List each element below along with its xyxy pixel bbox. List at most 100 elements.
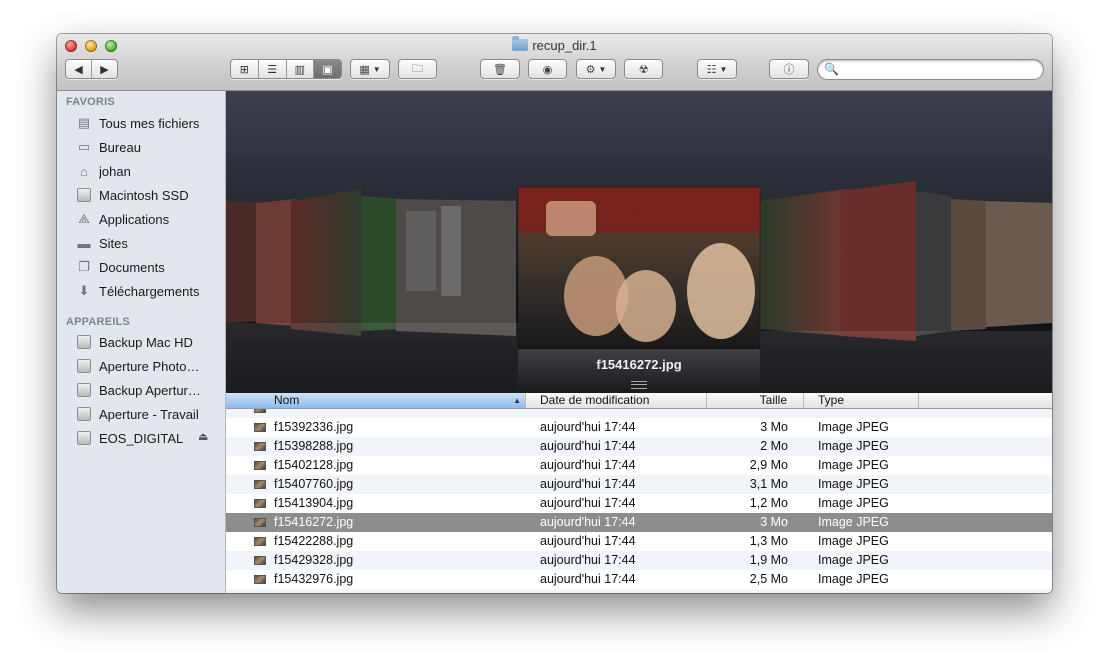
table-row[interactable]: f15429328.jpg aujourd'hui 17:44 1,9 Mo I… bbox=[226, 551, 1052, 570]
chevron-down-icon: ▼ bbox=[598, 64, 607, 74]
jpeg-file-icon bbox=[254, 537, 266, 546]
jpeg-file-icon bbox=[254, 442, 266, 451]
chevron-down-icon: ▼ bbox=[719, 64, 728, 74]
cover-thumbnail[interactable] bbox=[841, 181, 916, 341]
coverflow-images bbox=[226, 181, 1052, 393]
trash-icon: 🗑 bbox=[493, 63, 507, 76]
table-row-selected[interactable]: f15416272.jpg aujourd'hui 17:44 3 Mo Ima… bbox=[226, 513, 1052, 532]
jpeg-file-icon bbox=[254, 423, 266, 432]
grid-icon: ▦ bbox=[359, 63, 370, 76]
sidebar-item-applications[interactable]: ⟁ Applications bbox=[57, 207, 225, 231]
disk-icon bbox=[75, 334, 93, 350]
column-header-name[interactable]: Nom ▲ bbox=[226, 393, 526, 408]
quick-look-button[interactable]: ◉ bbox=[528, 59, 567, 79]
sidebar-item-aperture-travail[interactable]: Aperture - Travail bbox=[57, 402, 225, 426]
eye-icon: ◉ bbox=[542, 63, 553, 76]
coverflow-view-button[interactable]: ▣ bbox=[314, 60, 341, 78]
disk-icon bbox=[75, 382, 93, 398]
action-button[interactable]: ⚙ ▼ bbox=[576, 59, 616, 79]
cover-thumbnail[interactable] bbox=[291, 189, 361, 336]
cover-thumbnail[interactable] bbox=[916, 191, 951, 336]
list-view-button[interactable]: ☰ bbox=[259, 60, 287, 78]
sidebar-item-home[interactable]: ⌂ johan bbox=[57, 159, 225, 183]
sidebar-item-backup-mac-hd[interactable]: Backup Mac HD bbox=[57, 330, 225, 354]
table-row[interactable]: f15407760.jpg aujourd'hui 17:44 3,1 Mo I… bbox=[226, 475, 1052, 494]
jpeg-file-icon bbox=[254, 480, 266, 489]
get-info-button[interactable]: ⓘ bbox=[769, 59, 809, 79]
sidebar-item-desktop[interactable]: ▭ Bureau bbox=[57, 135, 225, 159]
back-button[interactable]: ◀ bbox=[66, 60, 92, 78]
jpeg-file-icon bbox=[254, 518, 266, 527]
sidebar-item-eos-digital[interactable]: EOS_DIGITAL ⏏ bbox=[57, 426, 225, 450]
folder-icon bbox=[512, 36, 529, 51]
trash-button[interactable]: 🗑 bbox=[480, 59, 520, 79]
new-folder-icon: 🗀 bbox=[412, 62, 423, 75]
desktop-icon: ▭ bbox=[77, 139, 91, 154]
table-row[interactable]: f15392336.jpg aujourd'hui 17:44 3 Mo Ima… bbox=[226, 418, 1052, 437]
burn-button[interactable]: ☢ bbox=[624, 59, 663, 79]
jpeg-file-icon bbox=[254, 461, 266, 470]
chevron-down-icon: ▼ bbox=[372, 64, 381, 74]
disk-icon bbox=[75, 430, 93, 446]
column-header: Nom ▲ Date de modification Taille Type bbox=[226, 393, 1052, 409]
column-header-size[interactable]: Taille bbox=[707, 393, 804, 408]
cover-thumbnail[interactable] bbox=[759, 189, 846, 336]
sidebar-item-downloads[interactable]: ⬇ Téléchargements bbox=[57, 279, 225, 303]
search-icon: 🔍 bbox=[824, 62, 839, 76]
search-field[interactable]: 🔍 bbox=[817, 59, 1044, 80]
sidebar-item-documents[interactable]: ❐ Documents bbox=[57, 255, 225, 279]
forward-button[interactable]: ▶ bbox=[92, 60, 117, 78]
title-bar: recup_dir.1 ◀ ▶ ⊞ ☰ ▥ ▣ ▦▼ 🗀 🗑 ◉ ⚙▼ ☢ bbox=[57, 34, 1052, 91]
sidebar-item-sites[interactable]: ▬ Sites bbox=[57, 231, 225, 255]
column-header-type[interactable]: Type bbox=[804, 393, 919, 408]
table-row[interactable] bbox=[226, 589, 1052, 593]
sidebar-item-backup-aperture[interactable]: Backup Apertur… bbox=[57, 378, 225, 402]
cover-thumbnail[interactable] bbox=[986, 201, 1052, 327]
sort-ascending-icon: ▲ bbox=[513, 396, 521, 405]
gear-icon: ⚙ bbox=[585, 63, 596, 76]
sidebar-item-aperture-photo[interactable]: Aperture Photo… bbox=[57, 354, 225, 378]
table-row[interactable]: f15422288.jpg aujourd'hui 17:44 1,3 Mo I… bbox=[226, 532, 1052, 551]
sidebar-item-macintosh-ssd[interactable]: Macintosh SSD bbox=[57, 183, 225, 207]
column-view-button[interactable]: ▥ bbox=[287, 60, 315, 78]
cover-thumbnail[interactable] bbox=[361, 196, 401, 331]
table-row[interactable]: f15402128.jpg aujourd'hui 17:44 2,9 Mo I… bbox=[226, 456, 1052, 475]
jpeg-file-icon bbox=[254, 575, 266, 584]
disk-icon bbox=[75, 406, 93, 422]
home-icon: ⌂ bbox=[80, 163, 88, 179]
downloads-icon: ⬇ bbox=[78, 283, 90, 298]
icon-view-button[interactable]: ⊞ bbox=[231, 60, 259, 78]
jpeg-file-icon bbox=[254, 499, 266, 508]
all-files-icon: ▤ bbox=[77, 115, 91, 130]
cover-thumbnail[interactable] bbox=[951, 199, 986, 331]
applications-icon: ⟁ bbox=[78, 211, 90, 226]
jpeg-file-icon bbox=[254, 556, 266, 565]
column-header-date[interactable]: Date de modification bbox=[526, 393, 707, 408]
table-row[interactable]: f15432976.jpg aujourd'hui 17:44 2,5 Mo I… bbox=[226, 570, 1052, 589]
favorites-header: FAVORIS bbox=[66, 96, 115, 108]
list-icon: ☷ bbox=[706, 63, 717, 76]
table-row[interactable]: f15413904.jpg aujourd'hui 17:44 1,2 Mo I… bbox=[226, 494, 1052, 513]
back-forward-control: ◀ ▶ bbox=[65, 59, 118, 79]
file-list[interactable]: f15392336.jpg aujourd'hui 17:44 3 Mo Ima… bbox=[226, 409, 1052, 593]
table-row[interactable] bbox=[226, 409, 1052, 418]
finder-window: recup_dir.1 ◀ ▶ ⊞ ☰ ▥ ▣ ▦▼ 🗀 🗑 ◉ ⚙▼ ☢ bbox=[57, 34, 1052, 593]
path-button[interactable]: ☷ ▼ bbox=[697, 59, 737, 79]
folder-icon: ▬ bbox=[77, 235, 91, 251]
eject-icon[interactable]: ⏏ bbox=[198, 430, 208, 443]
documents-icon: ❐ bbox=[78, 259, 90, 274]
burn-icon: ☢ bbox=[638, 63, 649, 76]
coverflow-caption: f15416272.jpg bbox=[596, 357, 682, 372]
table-row[interactable]: f15398288.jpg aujourd'hui 17:44 2 Mo Ima… bbox=[226, 437, 1052, 456]
arrange-button[interactable]: ▦ ▼ bbox=[350, 59, 390, 79]
new-folder-button[interactable]: 🗀 bbox=[398, 59, 437, 79]
search-input[interactable] bbox=[840, 61, 1039, 80]
cover-thumbnail[interactable] bbox=[256, 199, 296, 326]
sidebar: FAVORIS ▤ Tous mes fichiers ▭ Bureau ⌂ j… bbox=[57, 91, 226, 593]
sidebar-item-all-files[interactable]: ▤ Tous mes fichiers bbox=[57, 111, 225, 135]
view-mode-control: ⊞ ☰ ▥ ▣ bbox=[230, 59, 342, 79]
disk-icon bbox=[75, 358, 93, 374]
jpeg-file-icon bbox=[254, 409, 266, 413]
devices-header: APPAREILS bbox=[66, 316, 130, 328]
coverflow-resize-handle[interactable] bbox=[631, 381, 647, 389]
